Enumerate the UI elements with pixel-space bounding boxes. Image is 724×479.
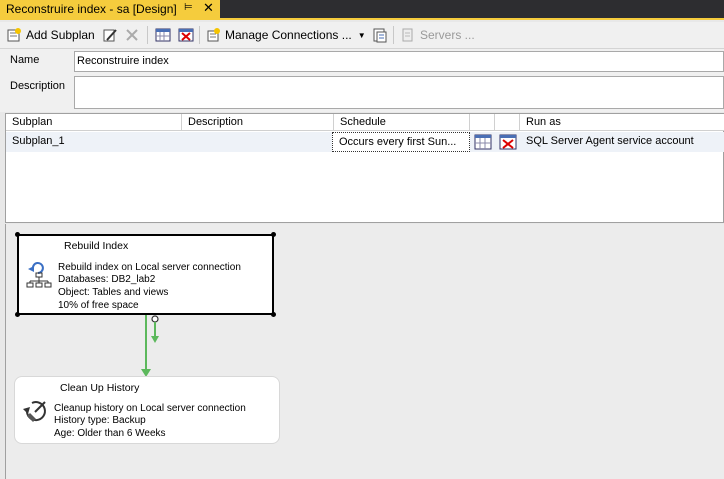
rebuild-index-task[interactable]: Rebuild Index Rebuild index on Local ser…	[17, 234, 274, 315]
column-header-run-as[interactable]: Run as	[520, 114, 724, 131]
remove-schedule-icon[interactable]	[178, 27, 194, 43]
toolbar: Add Subplan Manage Connections ... ▼ Ser…	[0, 22, 724, 49]
subplan-description-cell[interactable]	[182, 132, 334, 152]
document-tab-bar: Reconstruire index - sa [Design] ⊨ ✕	[0, 0, 724, 18]
selection-handle[interactable]	[15, 232, 20, 237]
name-label: Name	[10, 54, 40, 66]
design-surface[interactable]: Rebuild Index Rebuild index on Local ser…	[5, 224, 724, 479]
report-icon[interactable]	[371, 27, 387, 43]
task-detail-line: Age: Older than 6 Weeks	[54, 428, 166, 439]
subplan-run-as-cell[interactable]: SQL Server Agent service account	[520, 132, 724, 152]
remove-schedule-icon[interactable]	[499, 134, 517, 150]
description-label: Description	[10, 80, 66, 92]
add-subplan-icon	[6, 27, 22, 43]
selection-handle[interactable]	[15, 312, 20, 317]
plan-properties: Name Reconstruire index Description	[0, 49, 724, 112]
connections-icon	[205, 27, 221, 43]
name-field[interactable]: Reconstruire index	[74, 51, 724, 72]
column-header-schedule-button	[470, 114, 495, 131]
selection-handle[interactable]	[271, 232, 276, 237]
column-header-remove-button	[495, 114, 520, 131]
manage-connections-button[interactable]: Manage Connections ... ▼	[205, 26, 366, 44]
toolbar-separator	[199, 26, 200, 44]
close-icon[interactable]: ✕	[203, 0, 214, 16]
schedule-icon[interactable]	[155, 27, 171, 43]
task-detail-line: Cleanup history on Local server connecti…	[54, 403, 246, 414]
column-header-description[interactable]: Description	[182, 114, 334, 131]
clean-up-history-task[interactable]: Clean Up History Cleanup history on Loca…	[14, 376, 280, 444]
column-header-schedule[interactable]: Schedule	[334, 114, 470, 131]
servers-button[interactable]: Servers ...	[400, 26, 475, 44]
pin-icon[interactable]: ⊨	[184, 2, 193, 13]
description-field[interactable]	[74, 76, 724, 109]
clean-up-history-icon	[21, 397, 51, 427]
task-title: Clean Up History	[60, 382, 140, 394]
subplans-grid: Subplan Description Schedule Run as Subp…	[5, 113, 724, 223]
add-subplan-button[interactable]: Add Subplan	[6, 26, 95, 44]
tab-title: Reconstruire index - sa [Design]	[6, 2, 177, 16]
selection-handle[interactable]	[271, 312, 276, 317]
task-detail-line: Databases: DB2_lab2	[58, 274, 156, 285]
servers-label: Servers ...	[420, 28, 475, 42]
edit-properties-icon[interactable]	[102, 27, 118, 43]
toolbar-separator	[147, 26, 148, 44]
task-detail-line: History type: Backup	[54, 415, 146, 426]
precedence-arrow[interactable]	[136, 314, 176, 379]
task-detail-line: 10% of free space	[58, 300, 139, 311]
delete-icon[interactable]	[124, 27, 140, 43]
task-detail-line: Object: Tables and views	[58, 287, 169, 298]
chevron-down-icon: ▼	[357, 30, 366, 40]
subplan-name-cell[interactable]: Subplan_1	[6, 132, 182, 152]
rebuild-index-icon	[25, 260, 53, 288]
document-tab[interactable]: Reconstruire index - sa [Design] ⊨ ✕	[0, 0, 220, 18]
column-header-subplan[interactable]: Subplan	[6, 114, 182, 131]
task-detail-line: Rebuild index on Local server connection	[58, 262, 241, 273]
servers-icon	[400, 27, 416, 43]
toolbar-separator	[393, 26, 394, 44]
subplan-schedule-cell[interactable]: Occurs every first Sun...	[332, 132, 470, 152]
tab-accent-line	[0, 18, 724, 20]
task-title: Rebuild Index	[64, 240, 129, 252]
add-subplan-label: Add Subplan	[26, 28, 95, 42]
schedule-calendar-icon[interactable]	[474, 134, 492, 150]
manage-connections-label: Manage Connections ...	[225, 28, 352, 42]
